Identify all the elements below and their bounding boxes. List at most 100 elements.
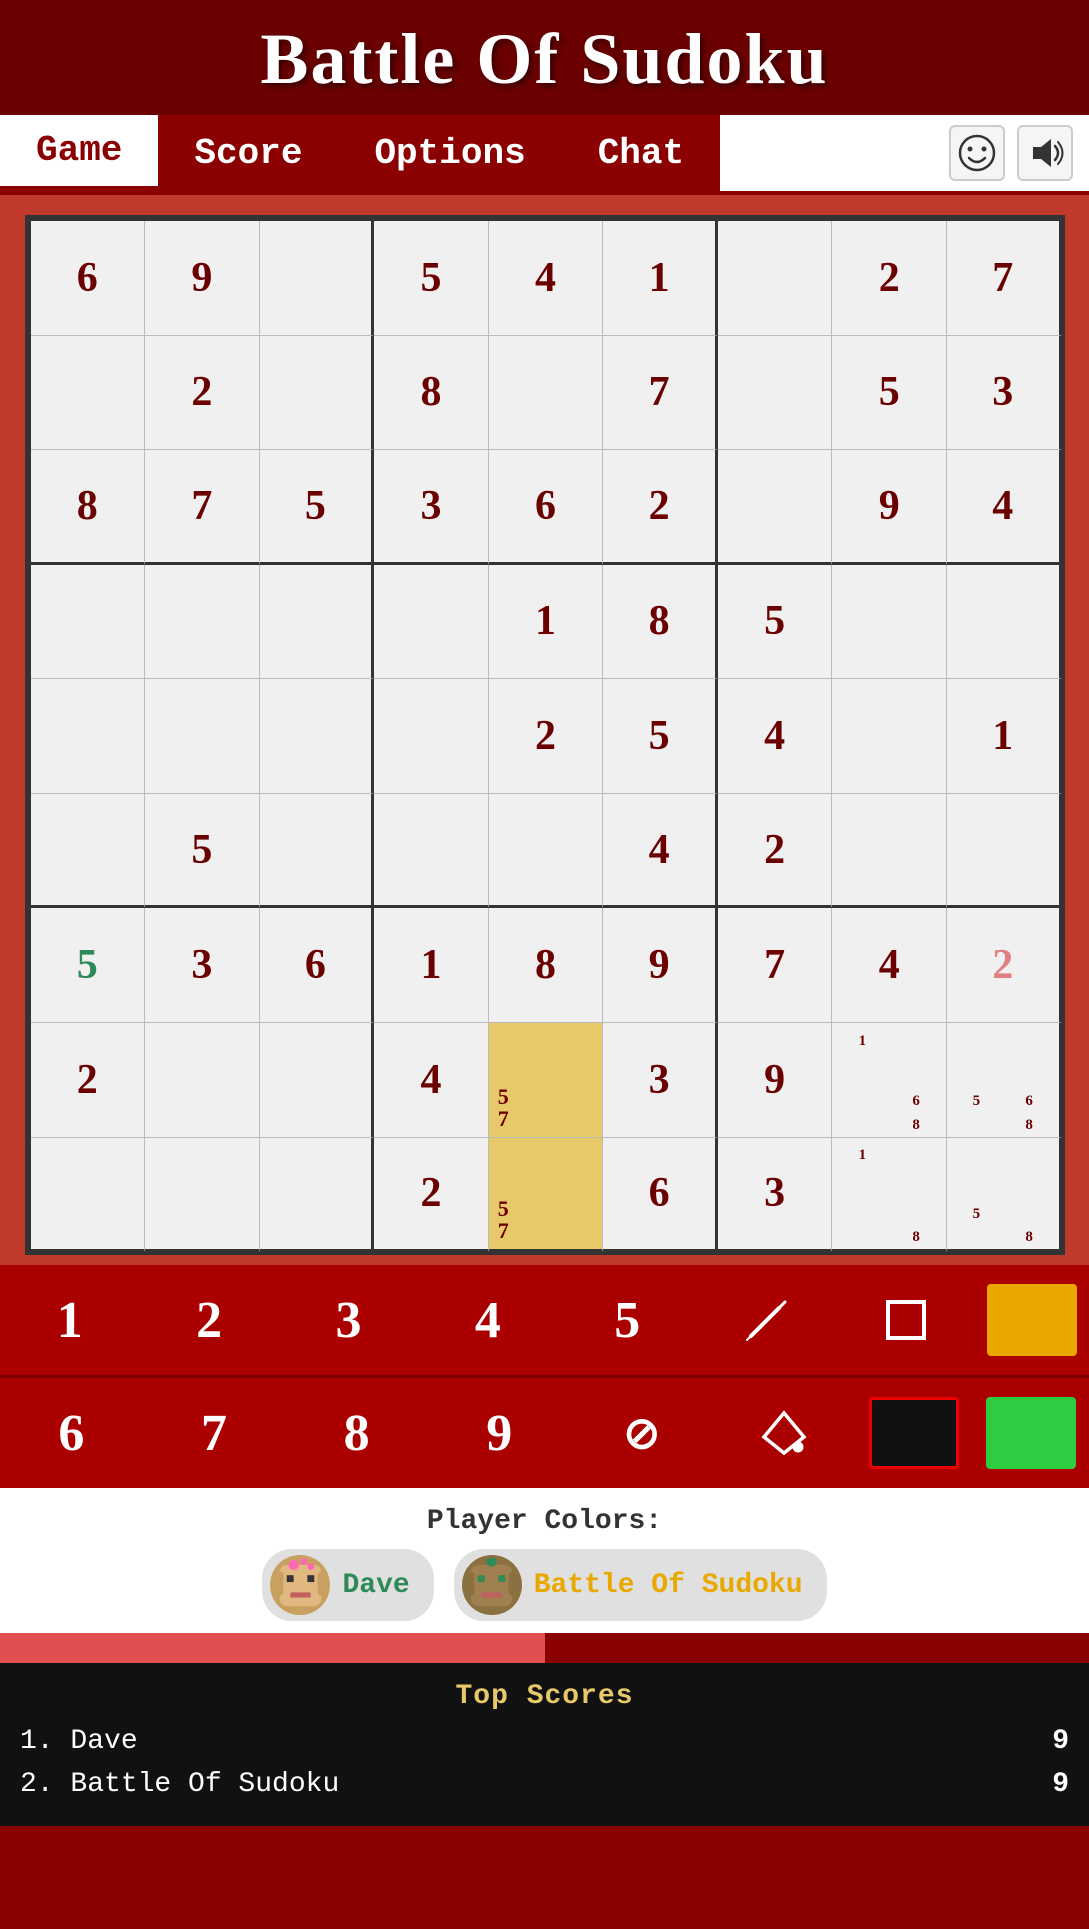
- cell-7-7[interactable]: 168: [832, 1023, 947, 1138]
- cell-4-3[interactable]: [374, 679, 489, 794]
- cell-5-8[interactable]: [947, 794, 1062, 909]
- cell-6-6[interactable]: 7: [718, 908, 833, 1023]
- cell-8-2[interactable]: [260, 1138, 375, 1253]
- cell-7-6[interactable]: 9: [718, 1023, 833, 1138]
- number-4-button[interactable]: 4: [430, 1275, 546, 1365]
- cell-2-2[interactable]: 5: [260, 450, 375, 565]
- cell-7-0[interactable]: 2: [31, 1023, 146, 1138]
- cell-7-5[interactable]: 3: [603, 1023, 718, 1138]
- cell-5-6[interactable]: 2: [718, 794, 833, 909]
- sound-icon-button[interactable]: [1017, 125, 1073, 181]
- cell-0-0[interactable]: 6: [31, 221, 146, 336]
- number-1-button[interactable]: 1: [12, 1275, 128, 1365]
- color-black-button[interactable]: [869, 1397, 959, 1469]
- cell-2-6[interactable]: [718, 450, 833, 565]
- number-2-button[interactable]: 2: [151, 1275, 267, 1365]
- cell-2-0[interactable]: 8: [31, 450, 146, 565]
- number-3-button[interactable]: 3: [290, 1275, 406, 1365]
- cell-6-3[interactable]: 1: [374, 908, 489, 1023]
- cell-5-1[interactable]: 5: [145, 794, 260, 909]
- cell-4-6[interactable]: 4: [718, 679, 833, 794]
- cell-3-0[interactable]: [31, 565, 146, 680]
- cell-0-5[interactable]: 1: [603, 221, 718, 336]
- cell-5-4[interactable]: [489, 794, 604, 909]
- color-orange-button[interactable]: [987, 1284, 1077, 1356]
- smiley-icon-button[interactable]: [949, 125, 1005, 181]
- cell-3-8[interactable]: [947, 565, 1062, 680]
- cell-4-4[interactable]: 2: [489, 679, 604, 794]
- cell-1-7[interactable]: 5: [832, 336, 947, 451]
- number-8-button[interactable]: 8: [299, 1388, 415, 1478]
- cell-8-3[interactable]: 2: [374, 1138, 489, 1253]
- cell-2-5[interactable]: 2: [603, 450, 718, 565]
- cell-8-8[interactable]: 58: [947, 1138, 1062, 1253]
- tab-chat[interactable]: Chat: [562, 115, 720, 191]
- cell-7-2[interactable]: [260, 1023, 375, 1138]
- cell-3-4[interactable]: 1: [489, 565, 604, 680]
- cell-7-3[interactable]: 4: [374, 1023, 489, 1138]
- cell-8-1[interactable]: [145, 1138, 260, 1253]
- cell-6-4[interactable]: 8: [489, 908, 604, 1023]
- cell-3-7[interactable]: [832, 565, 947, 680]
- cell-1-0[interactable]: [31, 336, 146, 451]
- pencil-tool-button[interactable]: [709, 1275, 825, 1365]
- number-9-button[interactable]: 9: [441, 1388, 557, 1478]
- cell-8-4[interactable]: 57: [489, 1138, 604, 1253]
- cell-0-8[interactable]: 7: [947, 221, 1062, 336]
- tab-score[interactable]: Score: [158, 115, 338, 191]
- cell-3-5[interactable]: 8: [603, 565, 718, 680]
- cell-1-2[interactable]: [260, 336, 375, 451]
- tab-options[interactable]: Options: [338, 115, 561, 191]
- cell-0-4[interactable]: 4: [489, 221, 604, 336]
- cell-6-5[interactable]: 9: [603, 908, 718, 1023]
- cell-1-5[interactable]: 7: [603, 336, 718, 451]
- cell-3-1[interactable]: [145, 565, 260, 680]
- cell-5-5[interactable]: 4: [603, 794, 718, 909]
- cell-4-5[interactable]: 5: [603, 679, 718, 794]
- cell-4-1[interactable]: [145, 679, 260, 794]
- cell-6-7[interactable]: 4: [832, 908, 947, 1023]
- cell-7-8[interactable]: 568: [947, 1023, 1062, 1138]
- tab-game[interactable]: Game: [0, 115, 158, 191]
- cell-1-8[interactable]: 3: [947, 336, 1062, 451]
- cell-2-3[interactable]: 3: [374, 450, 489, 565]
- cell-1-3[interactable]: 8: [374, 336, 489, 451]
- cell-3-6[interactable]: 5: [718, 565, 833, 680]
- cell-6-1[interactable]: 3: [145, 908, 260, 1023]
- cell-5-0[interactable]: [31, 794, 146, 909]
- number-5-button[interactable]: 5: [569, 1275, 685, 1365]
- cell-5-7[interactable]: [832, 794, 947, 909]
- cell-3-2[interactable]: [260, 565, 375, 680]
- cell-1-1[interactable]: 2: [145, 336, 260, 451]
- cell-8-6[interactable]: 3: [718, 1138, 833, 1253]
- cell-4-2[interactable]: [260, 679, 375, 794]
- cell-0-6[interactable]: [718, 221, 833, 336]
- cell-4-7[interactable]: [832, 679, 947, 794]
- square-tool-button[interactable]: [848, 1275, 964, 1365]
- cell-7-1[interactable]: [145, 1023, 260, 1138]
- cell-0-2[interactable]: [260, 221, 375, 336]
- cell-1-6[interactable]: [718, 336, 833, 451]
- fill-tool-button[interactable]: [726, 1388, 842, 1478]
- cell-0-3[interactable]: 5: [374, 221, 489, 336]
- cell-0-1[interactable]: 9: [145, 221, 260, 336]
- cell-3-3[interactable]: [374, 565, 489, 680]
- cell-5-3[interactable]: [374, 794, 489, 909]
- cell-2-8[interactable]: 4: [947, 450, 1062, 565]
- cell-6-2[interactable]: 6: [260, 908, 375, 1023]
- cell-0-7[interactable]: 2: [832, 221, 947, 336]
- cell-2-7[interactable]: 9: [832, 450, 947, 565]
- cell-7-4[interactable]: 57: [489, 1023, 604, 1138]
- cell-2-1[interactable]: 7: [145, 450, 260, 565]
- number-7-button[interactable]: 7: [156, 1388, 272, 1478]
- color-green-button[interactable]: [986, 1397, 1076, 1469]
- erase-tool-button[interactable]: ⊘: [584, 1388, 700, 1478]
- number-6-button[interactable]: 6: [13, 1388, 129, 1478]
- cell-4-0[interactable]: [31, 679, 146, 794]
- cell-1-4[interactable]: [489, 336, 604, 451]
- cell-2-4[interactable]: 6: [489, 450, 604, 565]
- cell-8-7[interactable]: 18: [832, 1138, 947, 1253]
- cell-6-0[interactable]: 5: [31, 908, 146, 1023]
- cell-5-2[interactable]: [260, 794, 375, 909]
- cell-8-5[interactable]: 6: [603, 1138, 718, 1253]
